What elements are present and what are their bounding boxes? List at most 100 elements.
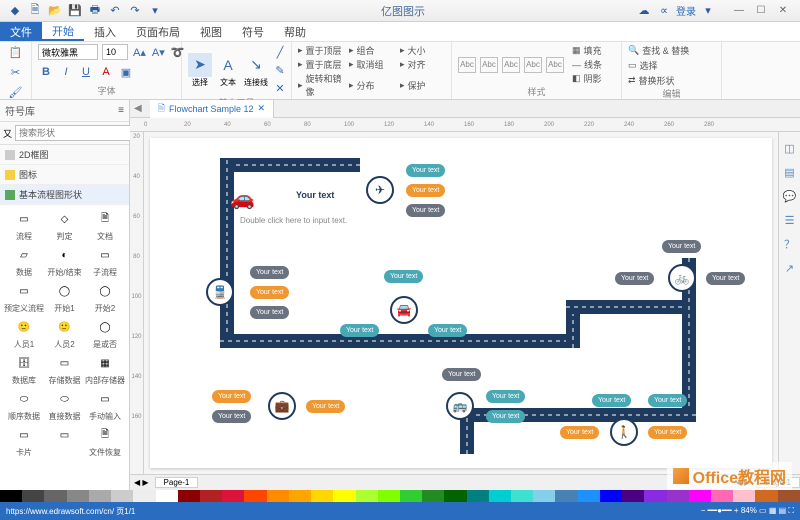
align-button[interactable]: ▸对齐 xyxy=(400,58,445,71)
node-luggage[interactable]: 💼 xyxy=(268,392,296,420)
ungroup-button[interactable]: ▸取消组 xyxy=(349,58,394,71)
fill-button[interactable]: ▦填充 xyxy=(572,44,602,57)
minimize-button[interactable]: — xyxy=(728,2,750,20)
tag[interactable]: Your text xyxy=(592,394,631,407)
font-decrease-icon[interactable]: A▾ xyxy=(151,44,166,60)
node-bus[interactable]: 🚌 xyxy=(446,392,474,420)
shape-item[interactable]: 🙂人员1 xyxy=(4,317,44,350)
tag[interactable]: Your text xyxy=(250,266,289,279)
side-tool-icon[interactable]: ◫ xyxy=(782,140,798,156)
tag[interactable]: Your text xyxy=(306,400,345,413)
shape-item[interactable]: ◯是或否 xyxy=(85,317,125,350)
tag[interactable]: Your text xyxy=(406,184,445,197)
tab-nav-left-icon[interactable]: ◀ xyxy=(130,103,146,114)
font-size-select[interactable] xyxy=(102,44,128,60)
close-tab-icon[interactable]: ✕ xyxy=(258,103,266,114)
tab-home[interactable]: 开始 xyxy=(42,22,84,41)
zoom-out-icon[interactable]: − xyxy=(701,506,706,515)
style-swatch[interactable]: Abc xyxy=(524,57,542,73)
tab-layout[interactable]: 页面布局 xyxy=(126,22,190,41)
size-button[interactable]: ▸大小 xyxy=(400,44,445,57)
italic-icon[interactable]: I xyxy=(58,64,74,80)
side-help-icon[interactable]: ？ xyxy=(782,236,798,252)
shape-category[interactable]: 基本流程图形状 xyxy=(0,185,129,205)
page-tab[interactable]: Page-1 xyxy=(155,477,199,488)
tab-view[interactable]: 视图 xyxy=(190,22,232,41)
zoom-in-icon[interactable]: + xyxy=(734,506,739,515)
share-icon[interactable]: ∝ xyxy=(656,4,672,18)
new-doc-icon[interactable]: 🗎 xyxy=(28,4,42,18)
shape-category[interactable]: 2D框图 xyxy=(0,145,129,165)
tag[interactable]: Your text xyxy=(442,368,481,381)
shape-item[interactable]: ⬭顺序数据 xyxy=(4,389,44,422)
maximize-button[interactable]: ☐ xyxy=(750,2,772,20)
shape-item[interactable]: ▭流程 xyxy=(4,209,44,242)
node-train[interactable]: 🚆 xyxy=(206,278,234,306)
font-increase-icon[interactable]: A▴ xyxy=(132,44,147,60)
bring-front-button[interactable]: ▸置于顶层 xyxy=(298,44,343,57)
canvas[interactable]: 🚗 Your text Double click here to input t… xyxy=(144,132,778,474)
document-tab[interactable]: 🗎 Flowchart Sample 12 ✕ xyxy=(150,100,274,118)
tag[interactable]: Your text xyxy=(428,324,467,337)
tag[interactable]: Your text xyxy=(560,426,599,439)
login-link[interactable]: 登录 xyxy=(676,3,696,18)
shape-category[interactable]: 图标 xyxy=(0,165,129,185)
shadow-button[interactable]: ◧阴影 xyxy=(572,72,602,85)
shape-item[interactable]: ▭ xyxy=(46,425,83,458)
tag[interactable]: Your text xyxy=(615,272,654,285)
page-nav[interactable]: ◀ ▶ xyxy=(130,478,153,487)
side-tool-icon[interactable]: ☰ xyxy=(782,212,798,228)
open-icon[interactable]: 📂 xyxy=(48,4,62,18)
tag[interactable]: Your text xyxy=(212,410,251,423)
shape-item[interactable]: 🗎文件恢复 xyxy=(85,425,125,458)
brush-icon[interactable]: 🖌 xyxy=(8,84,24,100)
tag[interactable]: Your text xyxy=(250,286,289,299)
node-plane[interactable]: ✈ xyxy=(366,176,394,204)
connector-tool-icon[interactable]: ↘ xyxy=(244,53,268,77)
tag[interactable]: Your text xyxy=(340,324,379,337)
undo-icon[interactable]: ↶ xyxy=(108,4,122,18)
close-button[interactable]: ✕ xyxy=(772,2,794,20)
shape-item[interactable]: ▭存储数据 xyxy=(46,353,83,386)
tag[interactable]: Your text xyxy=(648,394,687,407)
tab-insert[interactable]: 插入 xyxy=(84,22,126,41)
shape-item[interactable]: ▭子流程 xyxy=(85,245,125,278)
shape-item[interactable]: ▭卡片 xyxy=(4,425,44,458)
side-comment-icon[interactable]: 💬 xyxy=(782,188,798,204)
erase-tool-icon[interactable]: ✕ xyxy=(272,80,288,96)
tag[interactable]: Your text xyxy=(486,390,525,403)
shape-item[interactable]: ◯开始2 xyxy=(85,281,125,314)
shape-search-input[interactable] xyxy=(15,125,140,141)
shape-item[interactable]: 🗎文档 xyxy=(85,209,125,242)
qat-dropdown-icon[interactable]: ▾ xyxy=(148,4,162,18)
shape-item[interactable]: 🙂人员2 xyxy=(46,317,83,350)
tag[interactable]: Your text xyxy=(706,272,745,285)
shape-item[interactable]: 🗄数据库 xyxy=(4,353,44,386)
shape-item[interactable]: ▦内部存储器 xyxy=(85,353,125,386)
line-button[interactable]: —线条 xyxy=(572,58,602,71)
tag[interactable]: Your text xyxy=(662,240,701,253)
file-tab[interactable]: 文件 xyxy=(0,22,42,41)
tag[interactable]: Your text xyxy=(406,204,445,217)
underline-icon[interactable]: U xyxy=(78,64,94,80)
cut-icon[interactable]: ✂ xyxy=(8,64,24,80)
shape-item[interactable]: ⬭直接数据 xyxy=(46,389,83,422)
shape-item[interactable]: ▱数据 xyxy=(4,245,44,278)
color-palette[interactable] xyxy=(0,490,800,502)
line-tool-icon[interactable]: ╱ xyxy=(272,44,288,60)
main-label[interactable]: Your text xyxy=(296,190,334,200)
side-tool-icon[interactable]: ▤ xyxy=(782,164,798,180)
redo-icon[interactable]: ↷ xyxy=(128,4,142,18)
tag[interactable]: Your text xyxy=(486,410,525,423)
paste-icon[interactable]: 📋 xyxy=(8,44,24,60)
select-all-button[interactable]: ▭选择 xyxy=(628,59,715,72)
shape-item[interactable]: ▭预定义流程 xyxy=(4,281,44,314)
print-icon[interactable]: 🖶 xyxy=(88,4,102,18)
tag[interactable]: Your text xyxy=(212,390,251,403)
group-button[interactable]: ▸组合 xyxy=(349,44,394,57)
tag[interactable]: Your text xyxy=(384,270,423,283)
pointer-icon[interactable]: ➤ xyxy=(188,53,212,77)
shape-item[interactable]: ◐开始/结束 xyxy=(46,245,83,278)
tag[interactable]: Your text xyxy=(648,426,687,439)
tag[interactable]: Your text xyxy=(406,164,445,177)
